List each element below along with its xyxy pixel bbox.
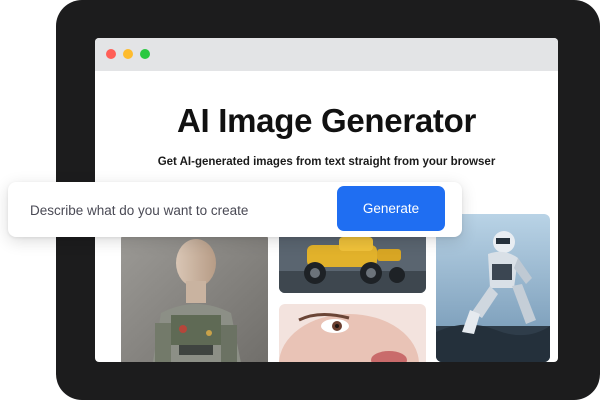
yellow-robot-vehicle-image[interactable] xyxy=(279,231,426,293)
maximize-window-button[interactable] xyxy=(140,49,150,59)
prompt-input[interactable] xyxy=(30,200,330,220)
close-window-button[interactable] xyxy=(106,49,116,59)
minimize-window-button[interactable] xyxy=(123,49,133,59)
page-subtitle: Get AI-generated images from text straig… xyxy=(157,156,496,168)
prompt-bar: Generate xyxy=(8,182,462,237)
android-portrait-image[interactable] xyxy=(121,233,268,362)
browser-titlebar xyxy=(95,38,558,71)
generate-button[interactable]: Generate xyxy=(337,186,445,231)
face-closeup-image[interactable] xyxy=(279,304,426,362)
page-title: AI Image Generator xyxy=(176,102,477,139)
